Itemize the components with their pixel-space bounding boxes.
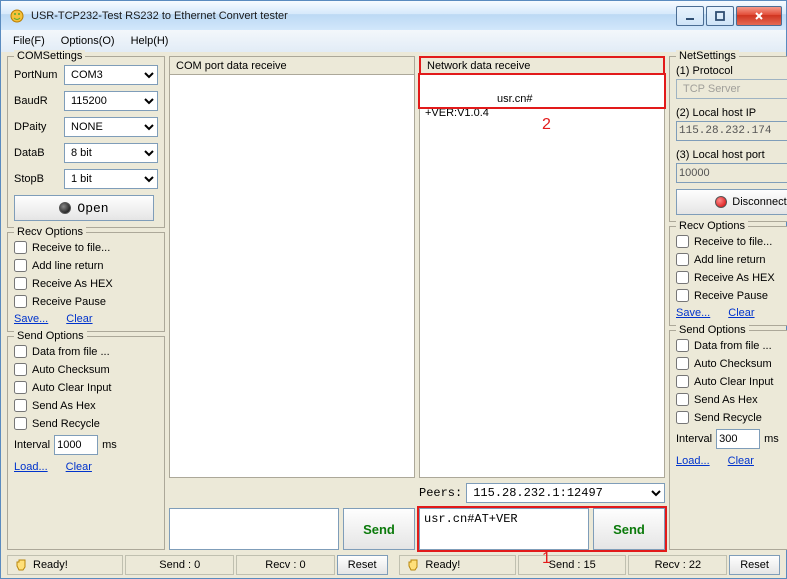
send-load-left[interactable]: Load... (14, 461, 48, 473)
com-send-button[interactable]: Send (343, 508, 415, 550)
send-options-right: Send Options Data from file ... Auto Che… (669, 330, 787, 550)
ip-label: (2) Local host IP (676, 107, 787, 119)
datab-label: DataB (14, 147, 60, 159)
com-send-input[interactable] (169, 508, 339, 550)
net-send-button[interactable]: Send (593, 508, 665, 550)
baud-label: BaudR (14, 95, 60, 107)
peers-label: Peers: (419, 486, 462, 500)
stopb-label: StopB (14, 173, 60, 185)
parity-select[interactable]: NONE (64, 117, 158, 137)
send-ashex-left[interactable]: Send As Hex (14, 399, 158, 412)
protocol-select[interactable]: TCP Server (676, 79, 787, 99)
send-recycle-right[interactable]: Send Recycle (676, 411, 787, 424)
send-autock-right[interactable]: Auto Checksum (676, 357, 787, 370)
comsettings-legend: COMSettings (14, 50, 85, 62)
recv-count-right: Recv : 22 (628, 555, 727, 575)
minimize-button[interactable] (676, 6, 704, 26)
interval-input-left[interactable] (54, 435, 98, 455)
recv-clear-left[interactable]: Clear (66, 313, 92, 325)
port-input[interactable] (676, 163, 787, 183)
menu-help[interactable]: Help(H) (123, 32, 177, 50)
send-autoclr-left[interactable]: Auto Clear Input (14, 381, 158, 394)
maximize-button[interactable] (706, 6, 734, 26)
protocol-label: (1) Protocol (676, 65, 787, 77)
recv-clear-right[interactable]: Clear (728, 307, 754, 319)
recv-options-right: Recv Options Receive to file... Add line… (669, 226, 787, 326)
open-button[interactable]: Open (14, 195, 154, 221)
recv-count-left: Recv : 0 (236, 555, 335, 575)
ready-left: Ready! (33, 559, 68, 571)
net-recv-title: Network data receive (419, 56, 665, 74)
com-recv-title: COM port data receive (169, 56, 415, 74)
send-clear-left[interactable]: Clear (66, 461, 92, 473)
parity-label: DPaity (14, 121, 60, 133)
recv-save-right[interactable]: Save... (676, 307, 710, 319)
port-label: (3) Local host port (676, 149, 787, 161)
netsettings-group: NetSettings (1) Protocol TCP Server (2) … (669, 56, 787, 222)
recv-pause-left[interactable]: Receive Pause (14, 295, 158, 308)
recv-pause-right[interactable]: Receive Pause (676, 289, 787, 302)
com-recv-area[interactable] (169, 74, 415, 478)
status-dot-icon (715, 196, 727, 208)
recv-tofile-right[interactable]: Receive to file... (676, 235, 787, 248)
reset-right-button[interactable]: Reset (729, 555, 780, 575)
send-count-left: Send : 0 (125, 555, 234, 575)
menu-bar: File(F) Options(O) Help(H) (0, 30, 787, 52)
interval-input-right[interactable] (716, 429, 760, 449)
baud-select[interactable]: 115200 (64, 91, 158, 111)
menu-options[interactable]: Options(O) (53, 32, 123, 50)
peers-select[interactable]: 115.28.232.1:12497 (466, 483, 665, 503)
net-send-input[interactable]: usr.cn#AT+VER (419, 508, 589, 550)
send-load-right[interactable]: Load... (676, 455, 710, 467)
status-dot-icon (59, 202, 71, 214)
recv-ashex-left[interactable]: Receive As HEX (14, 277, 158, 290)
send-ashex-right[interactable]: Send As Hex (676, 393, 787, 406)
portnum-select[interactable]: COM3 (64, 65, 158, 85)
recv-save-left[interactable]: Save... (14, 313, 48, 325)
ready-right: Ready! (425, 559, 460, 571)
recv-addline-right[interactable]: Add line return (676, 253, 787, 266)
recv-ashex-right[interactable]: Receive As HEX (676, 271, 787, 284)
send-fromfile-left[interactable]: Data from file ... (14, 345, 158, 358)
title-bar: USR-TCP232-Test RS232 to Ethernet Conver… (0, 0, 787, 30)
portnum-label: PortNum (14, 69, 60, 81)
send-autock-left[interactable]: Auto Checksum (14, 363, 158, 376)
close-button[interactable] (736, 6, 782, 26)
ip-input[interactable] (676, 121, 787, 141)
menu-file[interactable]: File(F) (5, 32, 53, 50)
comsettings-group: COMSettings PortNumCOM3 BaudR115200 DPai… (7, 56, 165, 228)
reset-left-button[interactable]: Reset (337, 555, 388, 575)
send-options-left: Send Options Data from file ... Auto Che… (7, 336, 165, 550)
app-icon (9, 8, 25, 24)
send-fromfile-right[interactable]: Data from file ... (676, 339, 787, 352)
ready-icon (14, 558, 28, 572)
recv-addline-left[interactable]: Add line return (14, 259, 158, 272)
datab-select[interactable]: 8 bit (64, 143, 158, 163)
net-recv-area[interactable]: usr.cn# +VER:V1.0.4 (419, 74, 665, 478)
send-clear-right[interactable]: Clear (728, 455, 754, 467)
send-recycle-left[interactable]: Send Recycle (14, 417, 158, 430)
send-autoclr-right[interactable]: Auto Clear Input (676, 375, 787, 388)
status-bar: Ready! Send : 0 Recv : 0 Reset Ready! Se… (7, 554, 780, 576)
window-title: USR-TCP232-Test RS232 to Ethernet Conver… (31, 10, 676, 22)
ready-icon (406, 558, 420, 572)
recv-tofile-left[interactable]: Receive to file... (14, 241, 158, 254)
disconnect-button[interactable]: Disconnect (676, 189, 787, 215)
recv-options-left: Recv Options Receive to file... Add line… (7, 232, 165, 332)
stopb-select[interactable]: 1 bit (64, 169, 158, 189)
send-count-right: Send : 15 (518, 555, 627, 575)
